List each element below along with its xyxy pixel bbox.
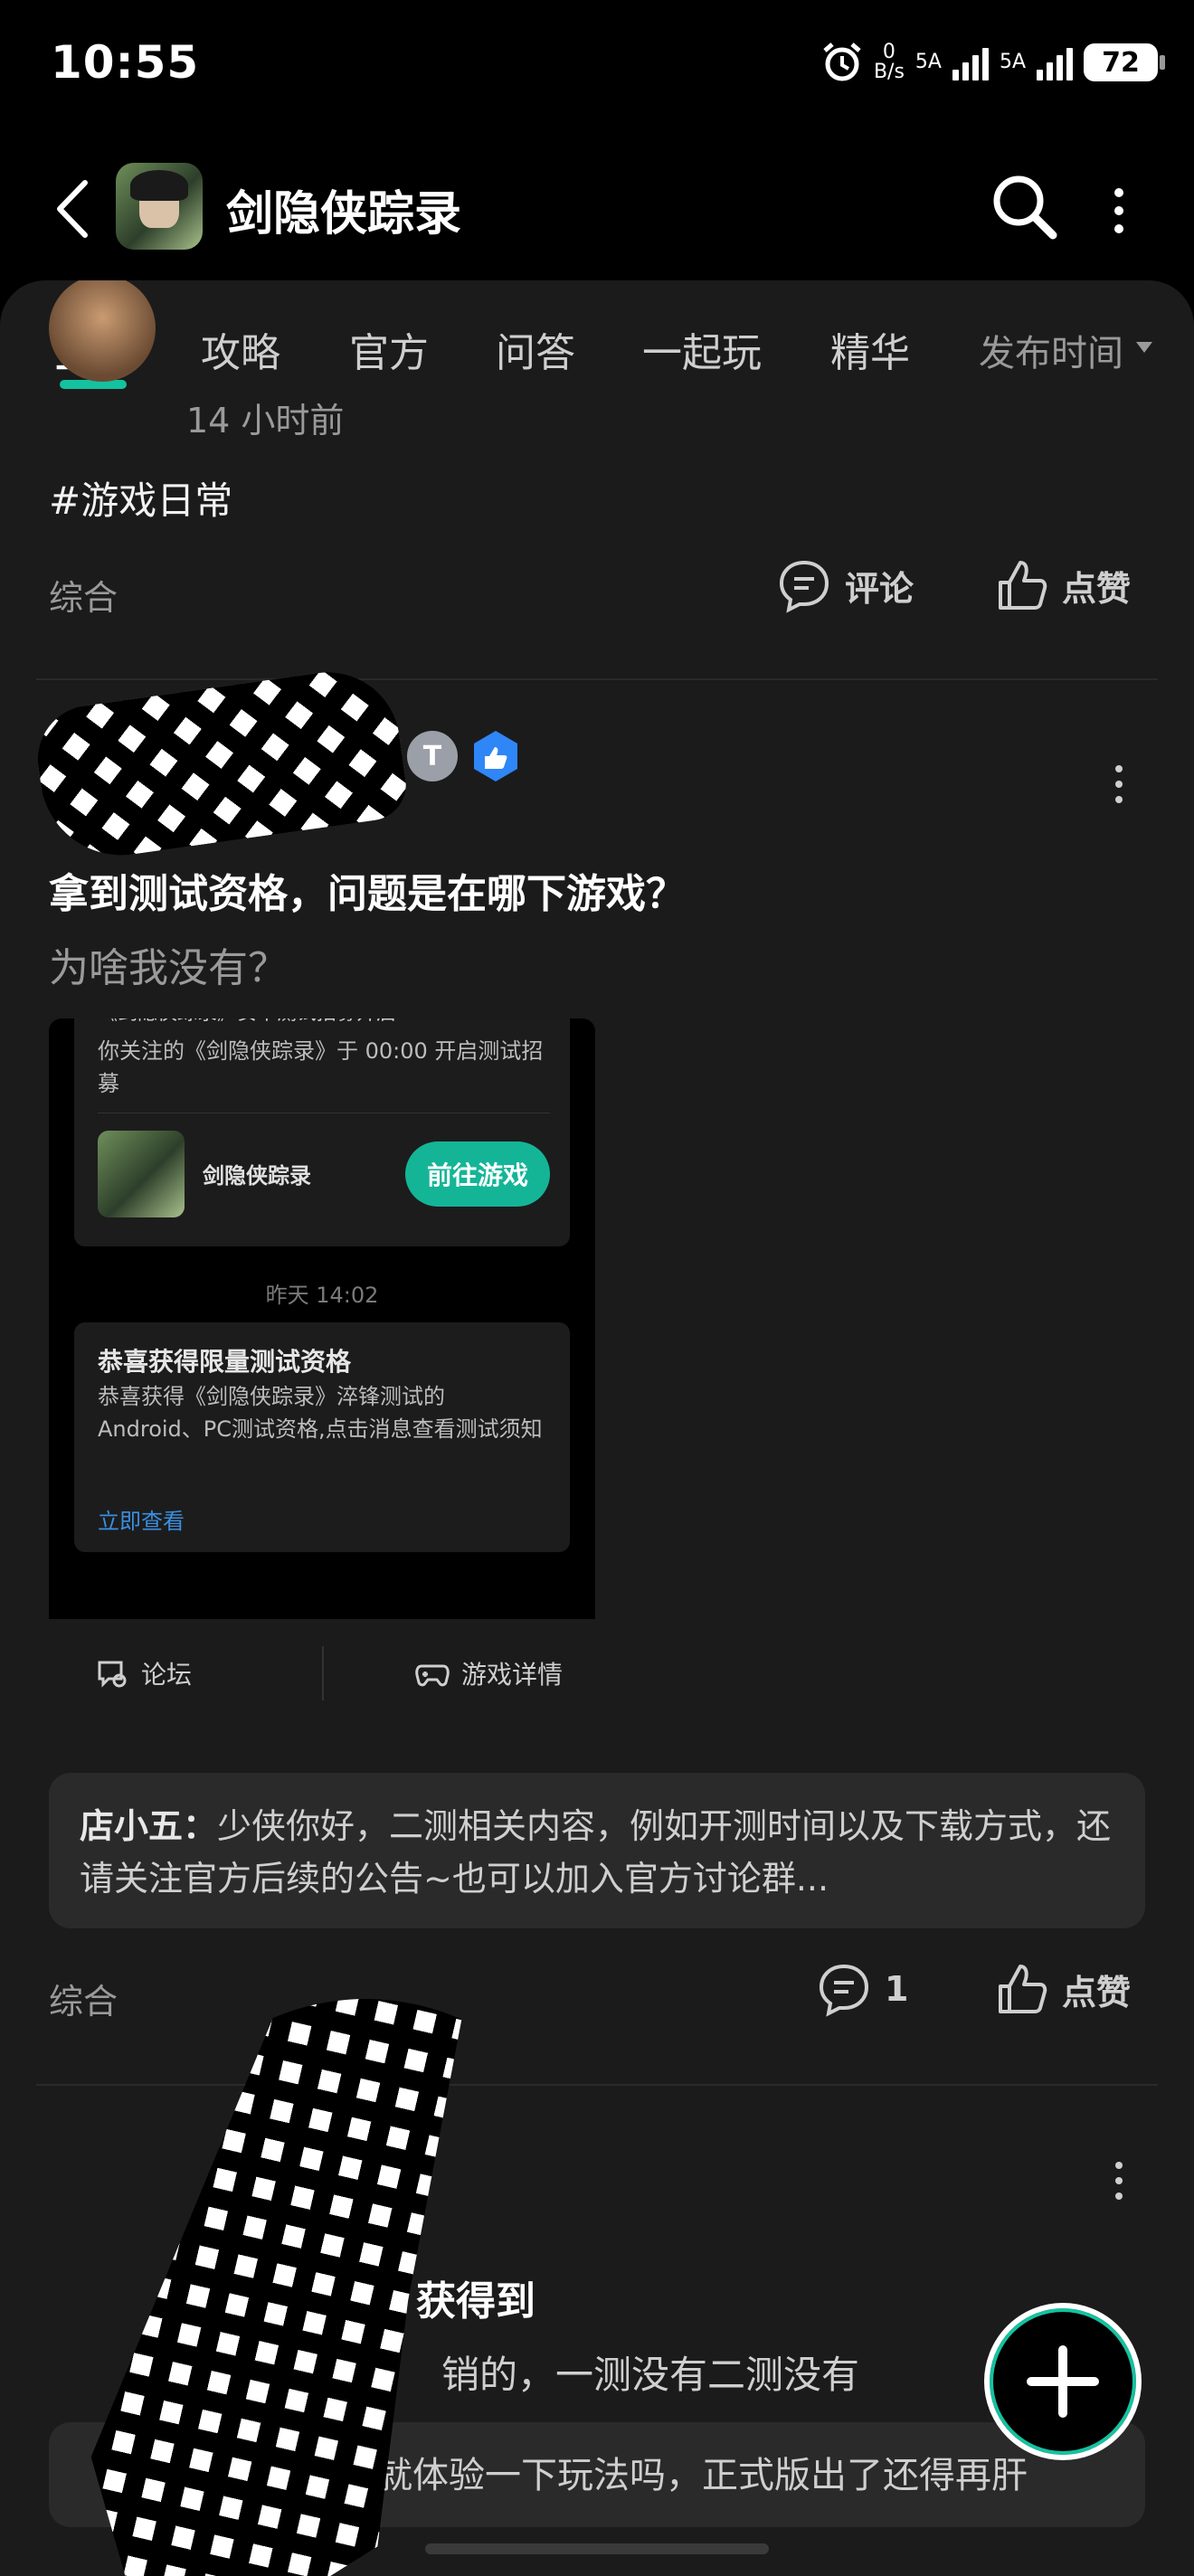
sim2-label: 5A xyxy=(999,51,1026,73)
feed-panel: 全部 攻略 官方 问答 一起玩 精华 发布时间 14 小时前 #游戏日常 综合 … xyxy=(0,280,1194,2576)
redaction-scribble xyxy=(31,662,411,867)
comment-label: 评论 xyxy=(845,568,914,609)
post-category: 综合 xyxy=(49,578,118,618)
shot-qualification-card: 恭喜获得限量测试资格 恭喜获得《剑隐侠踪录》淬锋测试的Android、PC测试资… xyxy=(74,1322,570,1552)
post-body[interactable]: 销的，一测没有二测没有 xyxy=(441,2344,859,2400)
like-label: 点赞 xyxy=(1062,1972,1132,2012)
app-header: 剑隐侠踪录 xyxy=(0,136,1194,280)
forum-icon xyxy=(98,1661,127,1688)
status-icons: 0 B/s 5A 5A 72 xyxy=(821,41,1165,83)
search-icon[interactable] xyxy=(988,170,1060,242)
thumbs-up-icon xyxy=(999,1965,1047,2013)
shot-notice-text: 你关注的《剑隐侠踪录》于 00:00 开启测试招募 xyxy=(98,1038,544,1096)
tab-qa[interactable]: 问答 xyxy=(496,320,575,378)
gamepad-icon xyxy=(415,1664,450,1687)
post-title[interactable]: 获得到 xyxy=(416,2268,535,2326)
shot-game-detail-button: 游戏详情 xyxy=(414,1655,563,1691)
shot-card-title: 恭喜获得限量测试资格 xyxy=(98,1347,352,1377)
shot-go-button: 前往游戏 xyxy=(405,1141,550,1207)
tab-official[interactable]: 官方 xyxy=(349,320,429,378)
post-more-icon[interactable] xyxy=(1113,765,1125,810)
post-divider xyxy=(36,678,1158,680)
post-body[interactable]: 为啥我没有？ xyxy=(49,935,288,993)
post-title[interactable]: 拿到测试资格，问题是在哪下游戏？ xyxy=(49,861,686,919)
back-arrow-icon[interactable] xyxy=(51,177,96,241)
status-bar: 10:55 0 B/s 5A 5A 72 xyxy=(0,0,1194,136)
comment-count: 1 xyxy=(885,1969,909,2009)
official-reply[interactable]: 店小五：少侠你好，二测相关内容，例如开测时间以及下载方式，还请关注官方后续的公告… xyxy=(49,1773,1145,1928)
like-button[interactable]: 点赞 xyxy=(993,1961,1131,2017)
shot-game-icon xyxy=(98,1131,185,1217)
clock: 10:55 xyxy=(51,36,200,89)
create-post-button[interactable] xyxy=(984,2303,1142,2460)
comment-icon xyxy=(819,1964,869,2017)
tab-featured[interactable]: 精华 xyxy=(830,320,910,378)
page-title: 剑隐侠踪录 xyxy=(226,187,462,242)
more-options-icon[interactable] xyxy=(1105,183,1132,237)
post-time: 14 小时前 xyxy=(186,401,345,440)
shot-separator xyxy=(322,1646,324,1700)
shot-game-name: 剑隐侠踪录 xyxy=(203,1163,311,1189)
sim1-label: 5A xyxy=(914,51,942,73)
post-image[interactable]: 《剑隐侠踪录》安卓测试招募开启 你关注的《剑隐侠踪录》于 00:00 开启测试招… xyxy=(49,1018,595,1619)
tab-guides[interactable]: 攻略 xyxy=(201,320,280,378)
shot-notice-head: 《剑隐侠踪录》安卓测试招募开启 xyxy=(98,1018,396,1026)
reply-text: 少侠你好，二测相关内容，例如开测时间以及下载方式，还请关注官方后续的公告~也可以… xyxy=(80,1806,1112,1899)
alarm-icon xyxy=(823,43,861,81)
reply-author: 店小五： xyxy=(80,1806,218,1846)
post-more-icon[interactable] xyxy=(1113,2162,1125,2207)
verified-like-badge-icon xyxy=(474,731,517,781)
tab-play-together[interactable]: 一起玩 xyxy=(642,320,762,378)
shot-card-text: 恭喜获得《剑隐侠踪录》淬锋测试的Android、PC测试资格,点击消息查看测试须… xyxy=(98,1384,543,1442)
signal-icon xyxy=(1037,44,1073,80)
plus-icon xyxy=(1027,2345,1099,2418)
chevron-down-icon xyxy=(1136,342,1152,353)
battery-icon: 72 xyxy=(1084,43,1165,81)
shot-bottom-bar: 论坛 游戏详情 xyxy=(49,1619,595,1719)
comment-icon xyxy=(779,560,829,613)
shot-notice-card: 《剑隐侠踪录》安卓测试招募开启 你关注的《剑隐侠踪录》于 00:00 开启测试招… xyxy=(74,1018,570,1246)
like-button[interactable]: 点赞 xyxy=(993,557,1131,613)
net-speed: 0 B/s xyxy=(873,41,905,83)
signal-icon xyxy=(952,44,989,80)
shot-forum-button: 论坛 xyxy=(94,1655,192,1691)
comment-button[interactable]: 1 xyxy=(816,1961,908,2017)
thumbs-up-icon xyxy=(999,561,1047,610)
comment-button[interactable]: 评论 xyxy=(776,557,914,613)
post-tag[interactable]: #游戏日常 xyxy=(49,470,232,526)
shot-card-link: 立即查看 xyxy=(98,1509,185,1534)
shot-timestamp: 昨天 14:02 xyxy=(265,1283,379,1308)
like-label: 点赞 xyxy=(1062,568,1132,609)
level-badge: T xyxy=(407,731,458,781)
home-indicator[interactable] xyxy=(425,2543,769,2554)
sort-dropdown[interactable]: 发布时间 xyxy=(979,324,1123,376)
tab-active-indicator xyxy=(60,380,127,389)
game-avatar[interactable] xyxy=(116,163,203,250)
post-category: 综合 xyxy=(49,1982,118,2022)
post-divider xyxy=(36,2084,1158,2086)
category-tabs: 全部 攻略 官方 问答 一起玩 精华 发布时间 xyxy=(0,308,1194,389)
